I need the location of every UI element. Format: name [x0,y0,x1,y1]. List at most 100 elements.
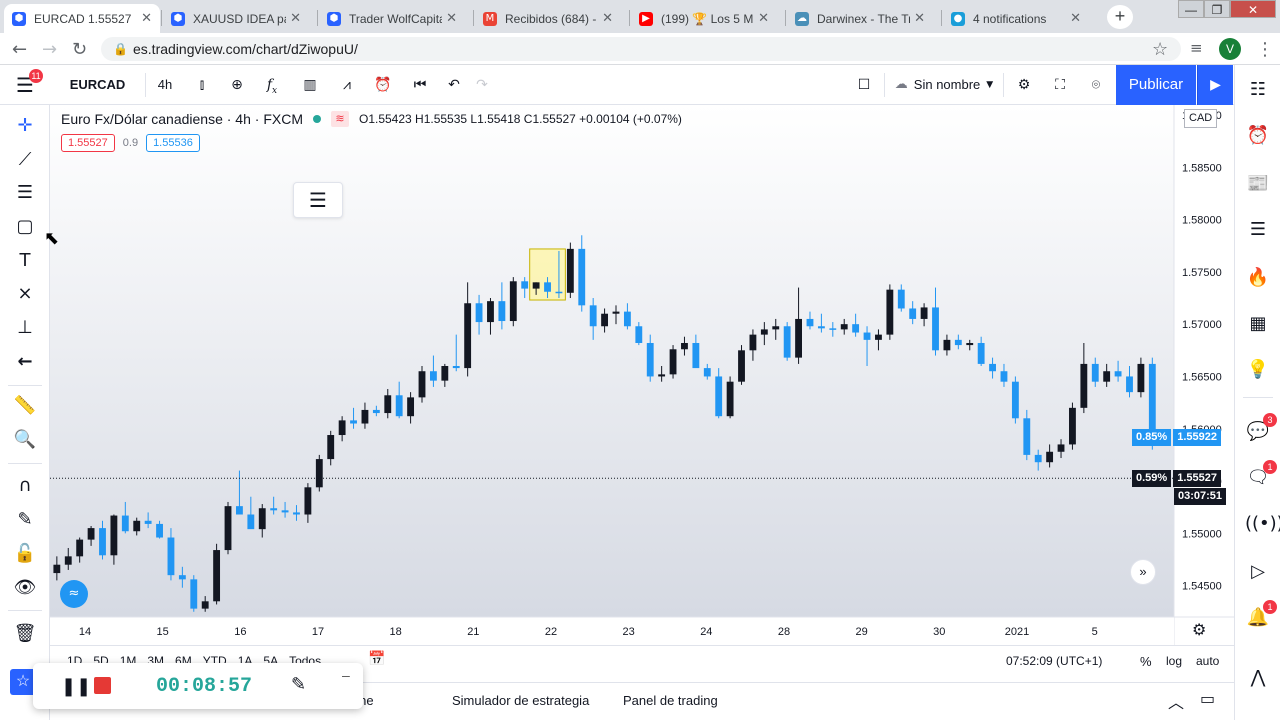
object-tree-icon[interactable]: ☰ [293,182,343,218]
financials-icon[interactable]: ▥ [298,73,322,97]
collapse-panel-icon[interactable]: ⋀ [1245,665,1271,691]
browser-menu-icon[interactable]: ⋮ [1256,39,1274,60]
chart-type-icon[interactable]: ⫾ [190,73,214,97]
watchlist-icon[interactable]: ☷ [1245,77,1271,103]
data-window-icon[interactable]: ☰ [1245,217,1271,243]
sell-price-button[interactable]: 1.55527 [61,134,115,152]
rectangle-icon[interactable]: ▢ [12,214,38,240]
candle-body [270,508,278,511]
news-icon[interactable]: 📰 [1245,171,1271,197]
fib-retracement-icon[interactable]: ☰ [12,180,38,206]
minimize-button[interactable]: — [1178,0,1204,18]
bookmark-star-icon[interactable]: ☆ [1152,39,1168,60]
trash-icon[interactable]: 🗑 [12,621,38,647]
zoom-in-icon[interactable]: 🔍 [12,427,38,453]
tab-trading-panel[interactable]: Panel de trading [623,693,718,708]
candle-body [236,506,243,515]
candle-body [304,487,312,515]
hide-drawings-eye-icon[interactable]: 👁 [12,575,38,601]
buy-price-button[interactable]: 1.55536 [146,134,200,152]
candle-body [407,397,415,417]
alert-icon[interactable]: ⏰ [371,73,395,97]
go-to-date-icon[interactable]: 📅 [368,651,385,667]
url-field[interactable]: 🔒 es.tradingview.com/chart/dZiwopuU/ [101,37,1181,61]
publish-button[interactable]: Publicar [1116,65,1196,105]
publish-dropdown-icon[interactable]: ▶ [1197,65,1233,105]
close-tab-icon[interactable]: ✕ [141,11,152,26]
fullscreen-icon[interactable]: ⛶ [1048,73,1072,97]
stop-record-icon[interactable] [94,677,111,694]
log-toggle[interactable]: log [1166,654,1182,668]
fullscreen-rect-icon[interactable]: ☐ [852,73,876,97]
maximize-panel-icon[interactable]: ▭ [1200,689,1215,708]
forward-icon[interactable]: → [42,39,57,60]
lock-drawings-icon[interactable]: 🔓 [12,541,38,567]
close-tab-icon[interactable]: ✕ [290,11,301,26]
auto-toggle[interactable]: auto [1196,654,1219,668]
text-tool-icon[interactable]: T [12,248,38,274]
percent-toggle[interactable]: % [1140,654,1152,669]
close-tab-icon[interactable]: ✕ [1070,11,1081,26]
symbol-title[interactable]: Euro Fx/Dólar canadiense · 4h · FXCM [61,111,303,127]
currency-label[interactable]: CAD [1184,109,1218,128]
prediction-icon[interactable]: ⊥ [12,315,38,341]
close-tab-icon[interactable]: ✕ [602,11,613,26]
ruler-icon[interactable]: 📏 [12,393,38,419]
browser-tab[interactable]: ⬢ Trader WolfCapital ✕ [319,4,465,33]
stay-drawing-icon[interactable]: ✎ [12,507,38,533]
undo-icon[interactable]: ↶ [442,73,466,97]
scroll-to-realtime-icon[interactable]: » [1130,559,1156,585]
close-tab-icon[interactable]: ✕ [914,11,925,26]
browser-tab[interactable]: ⬢ EURCAD 1.55527 ▼ ✕ [4,4,160,33]
broadcast-icon[interactable]: ▷ [1245,559,1271,585]
candle-body [966,342,974,346]
trend-line-icon[interactable]: ⟋ [12,147,38,173]
tradingview-icon: ⬢ [12,11,26,26]
camera-icon[interactable]: ⌾ [1084,73,1108,97]
magnet-icon[interactable]: ∩ [12,473,38,499]
new-tab-button[interactable]: + [1107,5,1133,29]
crosshair-icon[interactable]: ✛ [12,113,38,139]
templates-icon[interactable]: ⩘ [335,73,359,97]
tradingview-logo-icon[interactable]: ≈ [60,580,88,608]
streams-icon[interactable]: ((•)) [1245,511,1280,537]
replay-icon[interactable]: ⏮ [408,73,432,97]
back-arrow-icon[interactable]: ← [12,349,38,375]
close-window-button[interactable]: ✕ [1230,0,1276,18]
chart-area[interactable]: 1.585001.580001.575001.570001.565001.560… [50,105,1234,645]
browser-tab[interactable]: M Recibidos (684) - s ✕ [475,4,621,33]
maximize-button[interactable]: ❐ [1204,0,1230,18]
layout-name-button[interactable]: ☁ Sin nombre ▼ [884,73,1004,97]
close-tab-icon[interactable]: ✕ [446,11,457,26]
symbol-search-button[interactable]: EURCAD [50,73,146,97]
profile-avatar[interactable]: V [1219,38,1241,60]
settings-gear-icon[interactable]: ⚙ [1012,73,1036,97]
indicators-icon[interactable]: fx [260,73,284,97]
back-icon[interactable]: ← [12,39,27,60]
browser-tab[interactable]: ▶ (199) 🏆 Los 5 MEJ ✕ [631,4,777,33]
data-status-icon[interactable]: ≋ [330,111,349,127]
browser-tab[interactable]: ● 4 notifications ✕ [943,4,1089,33]
expand-panel-icon[interactable]: ︿ [1168,689,1184,713]
hotlists-flame-icon[interactable]: 🔥 [1245,265,1271,291]
candlestick-chart[interactable]: 1.585001.580001.575001.570001.565001.560… [50,105,1234,645]
interval-button[interactable]: 4h [150,73,180,97]
redo-icon[interactable]: ↷ [470,73,494,97]
playlist-icon[interactable]: ≡ [1190,39,1203,57]
reload-icon[interactable]: ↻ [72,39,87,60]
clock-timezone[interactable]: 07:52:09 (UTC+1) [1006,654,1102,668]
pen-icon[interactable]: ✎ [291,674,306,695]
compare-icon[interactable]: ⊕ [225,73,249,97]
tab-strategy-tester[interactable]: Simulador de estrategia [452,693,589,708]
browser-tab[interactable]: ☁ Darwinex - The Tra ✕ [787,4,933,33]
axis-settings-gear-icon[interactable]: ⚙ [1192,620,1206,639]
minimize-recorder-icon[interactable]: – [342,667,350,683]
pattern-icon[interactable]: ⨯ [12,281,38,307]
close-tab-icon[interactable]: ✕ [758,11,769,26]
ideas-lightbulb-icon[interactable]: 💡 [1245,357,1271,383]
candle-body [738,350,745,382]
calendar-icon[interactable]: ▦ [1245,311,1271,337]
pause-icon[interactable]: ❚❚ [61,676,91,697]
browser-tab[interactable]: ⬢ XAUUSD IDEA para ✕ [163,4,309,33]
alerts-clock-icon[interactable]: ⏰ [1245,123,1271,149]
